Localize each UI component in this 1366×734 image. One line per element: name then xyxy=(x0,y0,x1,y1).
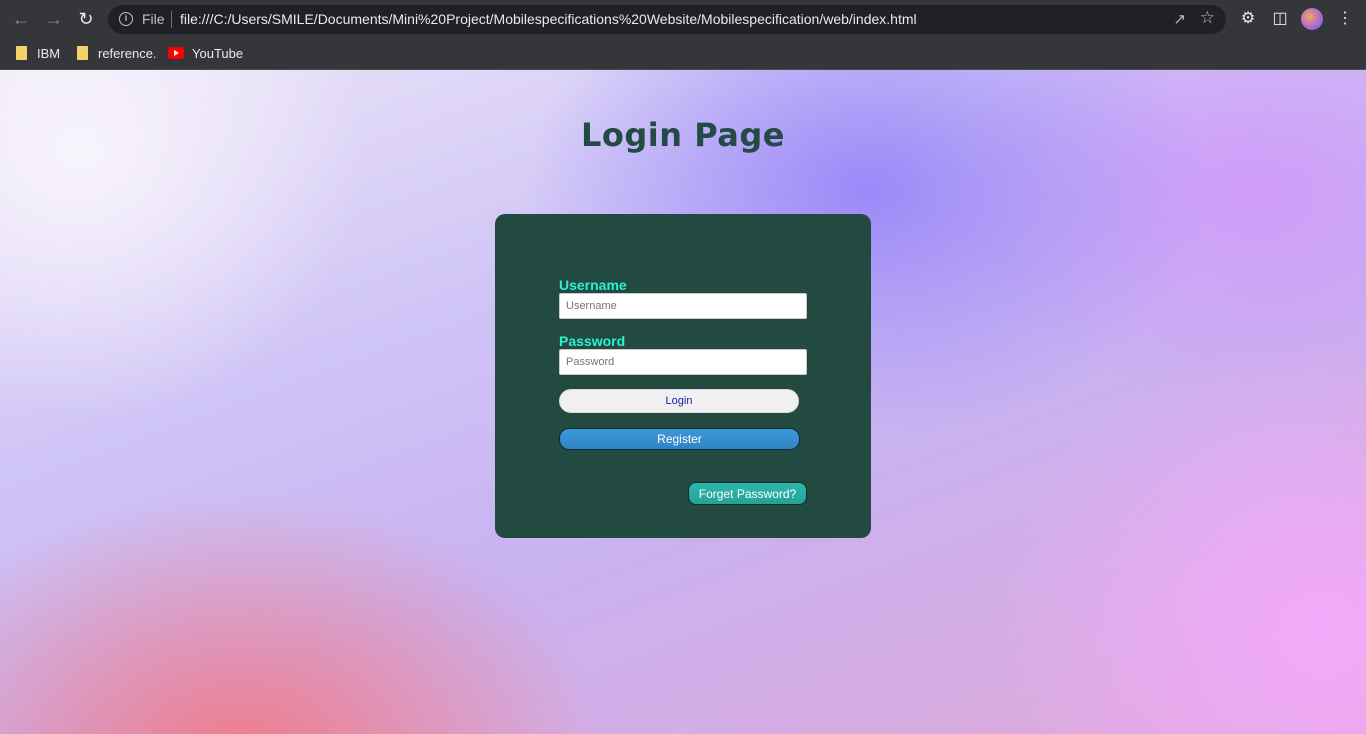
address-bar[interactable]: i File file:///C:/Users/SMILE/Documents/… xyxy=(108,5,1226,34)
profile-avatar[interactable] xyxy=(1301,8,1323,30)
more-menu-icon[interactable]: ⋮ xyxy=(1334,8,1356,30)
info-icon[interactable]: i xyxy=(119,12,133,26)
youtube-icon xyxy=(168,47,184,59)
folder-icon xyxy=(77,46,88,60)
login-button[interactable]: Login xyxy=(559,389,799,413)
forget-password-button[interactable]: Forget Password? xyxy=(688,482,807,505)
reload-icon[interactable]: ↻ xyxy=(75,8,97,30)
username-input[interactable] xyxy=(559,293,807,319)
browser-toolbar: ← → ↻ i File file:///C:/Users/SMILE/Docu… xyxy=(0,0,1366,38)
back-arrow-icon[interactable]: ← xyxy=(10,8,32,30)
register-button[interactable]: Register xyxy=(559,428,800,450)
extensions-puzzle-icon[interactable]: ⚙ xyxy=(1237,8,1259,30)
bookmark-label: YouTube xyxy=(192,46,244,61)
side-panel-icon[interactable]: ◫ xyxy=(1269,8,1291,30)
address-scheme-label: File xyxy=(142,11,165,27)
folder-icon xyxy=(16,46,27,60)
bookmark-youtube[interactable]: YouTube xyxy=(168,44,243,64)
bookmark-star-icon[interactable]: ☆ xyxy=(1200,8,1215,28)
username-label: Username xyxy=(559,277,627,293)
bookmark-reference[interactable]: reference. xyxy=(77,44,157,64)
address-separator xyxy=(171,11,172,28)
address-url[interactable]: file:///C:/Users/SMILE/Documents/Mini%20… xyxy=(180,11,917,27)
page-viewport: Login Page Username Password Login Regis… xyxy=(0,70,1366,734)
password-label: Password xyxy=(559,333,626,349)
forward-arrow-icon[interactable]: → xyxy=(43,8,65,30)
login-card: Username Password Login Register Forget … xyxy=(495,214,871,538)
bookmark-label: reference. xyxy=(98,46,157,61)
bookmarks-bar: IBM reference. YouTube xyxy=(0,38,1366,70)
page-title: Login Page xyxy=(581,116,785,154)
bookmark-ibm[interactable]: IBM xyxy=(16,44,60,64)
bookmark-label: IBM xyxy=(37,46,61,61)
share-icon[interactable]: ↗ xyxy=(1173,10,1186,28)
password-input[interactable] xyxy=(559,349,807,375)
